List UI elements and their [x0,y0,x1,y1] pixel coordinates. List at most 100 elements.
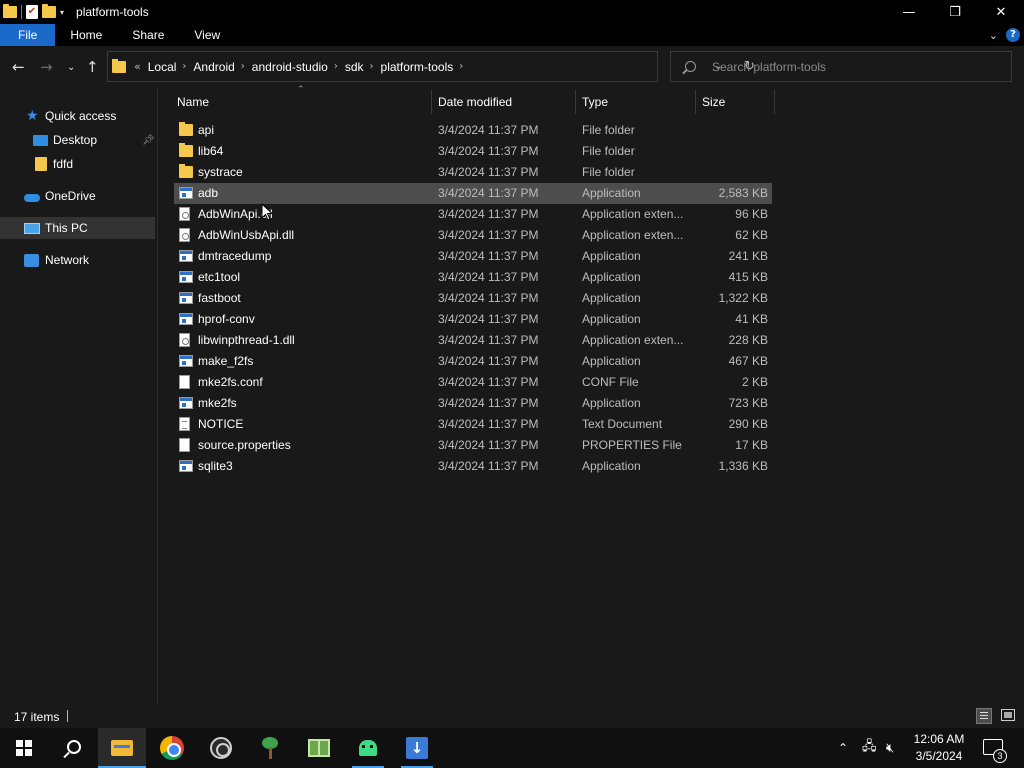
search-icon [66,739,81,754]
file-row[interactable]: etc1tool 3/4/2024 11:37 PM Application 415 … [174,267,772,288]
back-icon[interactable]: ← [12,58,25,76]
column-header-type[interactable]: Type [582,90,608,114]
chevron-right-icon[interactable]: › [179,61,186,72]
taskbar-obs[interactable] [197,728,245,768]
show-hidden-icons-chevron-icon[interactable]: ⌃ [838,728,848,768]
sidebar-item-fdfd[interactable]: fdfd [0,153,155,175]
file-row[interactable]: dmtracedump 3/4/2024 11:37 PM Application 2… [174,246,772,267]
file-name: lib64 [198,144,224,158]
folder-icon [35,157,47,171]
breadcrumb-local[interactable]: Local [141,60,180,74]
column-header-name[interactable]: Name [177,90,209,114]
column-divider[interactable] [695,90,696,114]
file-row[interactable]: adb 3/4/2024 11:37 PM Application 2,583 KB [174,183,772,204]
dll-file-icon [179,228,190,242]
chevron-down-icon[interactable]: ⌄ [989,29,998,42]
file-row[interactable]: NOTICE 3/4/2024 11:37 PM Text Document 290 … [174,414,772,435]
file-type: PROPERTIES File [582,438,682,452]
sidebar-item-network[interactable]: Network [0,249,155,271]
chevron-right-icon[interactable]: › [331,61,338,72]
file-row[interactable]: lib64 3/4/2024 11:37 PM File folder [174,141,772,162]
search-input[interactable]: Search platform-tools [670,51,1012,82]
breadcrumb-android-studio[interactable]: android-studio [245,60,331,74]
breadcrumb-overflow[interactable]: « [134,60,141,73]
close-button[interactable]: ✕ [978,0,1024,24]
recent-locations-icon[interactable]: ⌄ [67,62,75,73]
file-size: 228 KB [728,333,768,347]
file-name: mke2fs.conf [198,375,263,389]
file-date-modified: 3/4/2024 11:37 PM [438,438,539,452]
file-row[interactable]: mke2fs 3/4/2024 11:37 PM Application 723 KB [174,393,772,414]
forward-icon[interactable]: → [40,58,53,76]
file-row[interactable]: source.properties 3/4/2024 11:37 PM PROPER… [174,435,772,456]
application-icon [179,460,193,472]
sidebar-item-this-pc[interactable]: This PC [0,217,155,239]
taskbar-installer-app[interactable] [393,728,441,768]
taskbar-book-app[interactable] [295,728,343,768]
large-icons-view-icon[interactable] [1001,709,1015,721]
file-row[interactable]: libwinpthread-1.dll 3/4/2024 11:37 PM Appl… [174,330,772,351]
search-icon [685,61,696,72]
chevron-right-icon[interactable]: › [456,61,463,72]
file-row[interactable]: sqlite3 3/4/2024 11:37 PM Application 1,336… [174,456,772,477]
search-button[interactable] [48,728,96,768]
file-row[interactable]: api 3/4/2024 11:37 PM File folder [174,120,772,141]
tab-home[interactable]: Home [55,24,117,46]
file-date-modified: 3/4/2024 11:37 PM [438,165,539,179]
tab-view[interactable]: View [179,24,235,46]
properties-icon[interactable]: ✔ [26,5,38,19]
chevron-right-icon[interactable]: › [367,61,374,72]
file-row[interactable]: hprof-conv 3/4/2024 11:37 PM Application 41… [174,309,772,330]
column-header-date[interactable]: Date modified [438,90,512,114]
start-button[interactable] [0,728,48,768]
file-date-modified: 3/4/2024 11:37 PM [438,144,539,158]
file-row[interactable]: mke2fs.conf 3/4/2024 11:37 PM CONF File 2 K… [174,372,772,393]
dll-file-icon [179,207,190,221]
file-size: 415 KB [728,270,768,284]
column-divider[interactable] [575,90,576,114]
taskbar-file-explorer[interactable] [98,728,146,768]
column-divider[interactable] [774,90,775,114]
file-row[interactable]: systrace 3/4/2024 11:37 PM File folder [174,162,772,183]
up-icon[interactable]: ↑ [86,58,99,76]
file-type: Application [582,459,641,473]
file-type: Application [582,354,641,368]
volume-muted-icon[interactable]: 🔇︎ [886,728,894,768]
help-icon[interactable]: ? [1006,28,1020,42]
application-icon [179,397,193,409]
new-folder-icon[interactable] [42,4,56,18]
address-bar[interactable]: « Local › Android › android-studio › sdk… [107,51,755,82]
file-date-modified: 3/4/2024 11:37 PM [438,354,539,368]
minimize-button[interactable]: — [886,0,932,24]
file-type: Application [582,312,641,326]
pin-icon[interactable]: 📌︎ [142,135,155,146]
file-name: fastboot [198,291,241,305]
column-divider[interactable] [431,90,432,114]
sidebar-item-quick-access[interactable]: ★ Quick access [0,105,155,127]
column-header-size[interactable]: Size [702,90,725,114]
sidebar-item-label: This PC [45,221,88,235]
tab-file[interactable]: File [0,24,56,46]
network-status-icon[interactable]: 🖧︎ [862,728,877,768]
toolbar-divider [21,5,22,19]
customize-toolbar-icon[interactable]: ▾ [60,8,64,17]
file-icon [179,375,190,389]
chevron-right-icon[interactable]: › [238,61,245,72]
taskbar-chrome[interactable] [148,728,196,768]
breadcrumb-android[interactable]: Android [186,60,237,74]
taskbar-clock[interactable]: 12:06 AM 3/5/2024 [904,731,974,765]
file-date-modified: 3/4/2024 11:37 PM [438,207,539,221]
sidebar-item-label: Quick access [45,109,117,123]
sidebar-item-desktop[interactable]: Desktop 📌︎ [0,129,155,151]
breadcrumb-sdk[interactable]: sdk [338,60,367,74]
sidebar-item-onedrive[interactable]: OneDrive [0,185,155,207]
file-row[interactable]: make_f2fs 3/4/2024 11:37 PM Application 467… [174,351,772,372]
tab-share[interactable]: Share [117,24,179,46]
taskbar-tree-app[interactable] [246,728,294,768]
details-view-icon[interactable] [976,708,992,724]
breadcrumb-platform-tools[interactable]: platform-tools [374,60,457,74]
file-row[interactable]: AdbWinUsbApi.dll 3/4/2024 11:37 PM Applica… [174,225,772,246]
maximize-button[interactable]: ❐ [932,0,978,24]
taskbar-android-app[interactable] [344,728,392,768]
file-row[interactable]: fastboot 3/4/2024 11:37 PM Application 1,32… [174,288,772,309]
